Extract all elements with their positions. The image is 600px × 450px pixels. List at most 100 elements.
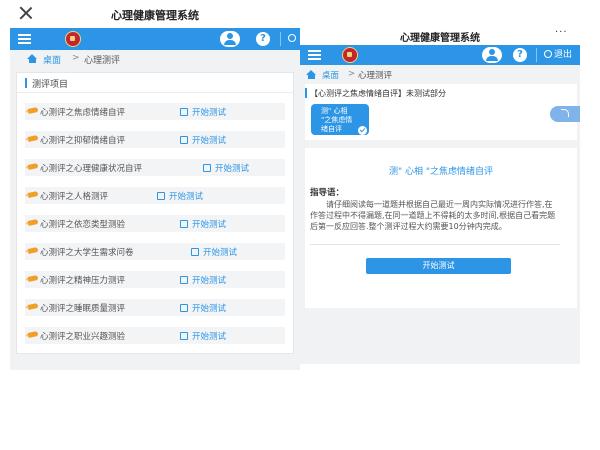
test-row: 心测评之抑郁情绪自评 开始测试	[25, 131, 285, 148]
test-row: 心测评之精神压力测评 开始测试	[25, 271, 285, 288]
start-test-link[interactable]: 开始测试	[157, 190, 203, 202]
test-name: 心测评之焦虑情绪自评	[40, 108, 126, 118]
test-name: 心测评之精神压力测评	[40, 276, 126, 286]
logout-label: 退出	[554, 50, 573, 60]
start-test-link[interactable]: 开始测试	[180, 302, 226, 314]
menu-icon[interactable]	[18, 33, 31, 45]
test-name: 心测评之大学生需求问卷	[40, 248, 134, 258]
start-test-link[interactable]: 开始测试	[191, 246, 237, 258]
left-screen: 心理健康管理系统 ? 桌面 > 心理测评 测评项目 心测评之焦虑情绪自评 开始测…	[10, 0, 300, 370]
logout-button[interactable]	[280, 32, 298, 46]
breadcrumb-home[interactable]: 桌面	[322, 69, 339, 81]
breadcrumb-separator: >	[348, 69, 356, 79]
start-test-link[interactable]: 开始测试	[180, 274, 226, 286]
start-test-label: 开始测试	[192, 276, 227, 286]
section-marker	[305, 88, 307, 98]
edit-icon	[203, 164, 211, 172]
school-emblem-icon	[342, 47, 358, 63]
start-test-label: 开始测试	[192, 220, 227, 230]
section-header: 测评项目	[17, 73, 293, 93]
breadcrumb-separator: >	[72, 53, 80, 63]
top-navbar: ?	[10, 28, 300, 50]
return-arrow-icon	[561, 109, 569, 117]
pencil-icon	[27, 303, 39, 310]
start-test-label: 开始测试	[215, 164, 250, 174]
test-title: 测" 心相 "之焦虑情绪自评	[388, 167, 493, 177]
app-title: 心理健康管理系统	[111, 9, 199, 22]
test-name: 心测评之睡眠质量测评	[40, 304, 126, 314]
edit-icon	[180, 276, 188, 284]
start-test-link[interactable]: 开始测试	[180, 106, 226, 118]
app-title: 心理健康管理系统	[400, 33, 480, 44]
start-test-label: 开始测试	[169, 192, 204, 202]
test-name: 心测评之抑郁情绪自评	[40, 136, 126, 146]
start-test-button[interactable]: 开始测试	[366, 258, 511, 274]
power-icon	[544, 50, 552, 58]
section-title: 测评项目	[32, 80, 69, 90]
start-test-label: 开始测试	[192, 136, 227, 146]
user-avatar-icon[interactable]	[220, 31, 240, 47]
subject-chip-label: 测" 心相 "之焦虑情 绪自评	[321, 107, 353, 133]
test-name: 心测评之人格测评	[40, 192, 109, 202]
test-row: 心测评之心理健康状况自评 开始测试	[25, 159, 285, 176]
test-list-card: 测评项目 心测评之焦虑情绪自评 开始测试 心测评之抑郁情绪自评 开始测试 心测评…	[16, 72, 294, 354]
test-row: 心测评之焦虑情绪自评 开始测试	[25, 103, 285, 120]
top-navbar: ? 退出	[300, 45, 580, 65]
test-intro-card: 测" 心相 "之焦虑情绪自评 指导语： 请仔细阅读每一道题并根据自己最近一周内实…	[305, 148, 577, 308]
pencil-icon	[27, 219, 39, 226]
edit-icon	[180, 136, 188, 144]
power-icon	[288, 34, 296, 42]
test-row: 心测评之人格测评 开始测试	[25, 187, 285, 204]
guide-text: 请仔细阅读每一道题并根据自己最近一周内实际情况进行作答,在作答过程中不得漏题,在…	[310, 200, 556, 231]
edit-icon	[180, 332, 188, 340]
return-button[interactable]	[550, 106, 580, 122]
help-icon[interactable]: ?	[513, 48, 527, 62]
breadcrumb-home[interactable]: 桌面	[43, 53, 61, 66]
untested-subjects-panel: 【心测评之焦虑情绪自评】未测试部分 测" 心相 "之焦虑情 绪自评	[305, 84, 577, 140]
user-avatar-icon[interactable]	[482, 47, 502, 63]
menu-icon[interactable]	[308, 49, 321, 61]
divider	[310, 244, 560, 245]
pencil-icon	[27, 135, 39, 142]
right-screen: 心理健康管理系统 ··· ? 退出 桌面 > 心理测评 【心测评之焦虑情绪自评】…	[300, 24, 580, 364]
untested-info: 【心测评之焦虑情绪自评】未测试部分	[310, 89, 446, 98]
start-test-label: 开始测试	[192, 332, 227, 342]
pencil-icon	[27, 331, 39, 338]
pencil-icon	[27, 247, 39, 254]
more-options-icon[interactable]: ···	[555, 27, 568, 38]
pencil-icon	[27, 275, 39, 282]
start-test-link[interactable]: 开始测试	[180, 330, 226, 342]
home-icon	[27, 54, 38, 63]
section-marker	[25, 78, 27, 88]
start-test-link[interactable]: 开始测试	[203, 162, 249, 174]
pencil-icon	[27, 107, 39, 114]
pencil-icon	[27, 191, 39, 198]
edit-icon	[180, 108, 188, 116]
breadcrumb-current: 心理测评	[358, 71, 393, 81]
check-icon	[358, 126, 367, 135]
breadcrumb: 桌面 > 心理测评	[300, 65, 580, 85]
title-bar: 心理健康管理系统	[10, 0, 300, 28]
start-test-label: 开始测试	[192, 304, 227, 314]
test-row: 心测评之睡眠质量测评 开始测试	[25, 299, 285, 316]
home-icon	[306, 70, 317, 79]
edit-icon	[191, 248, 199, 256]
test-row: 心测评之依恋类型测验 开始测试	[25, 215, 285, 232]
start-test-link[interactable]: 开始测试	[180, 218, 226, 230]
test-name: 心测评之依恋类型测验	[40, 220, 126, 230]
logout-button[interactable]: 退出	[536, 48, 572, 62]
test-row: 心测评之职业兴趣测验 开始测试	[25, 327, 285, 344]
breadcrumb-current: 心理测评	[84, 56, 121, 66]
edit-icon	[180, 220, 188, 228]
guide-label: 指导语：	[310, 188, 345, 198]
edit-icon	[157, 192, 165, 200]
start-test-label: 开始测试	[192, 108, 227, 118]
breadcrumb: 桌面 > 心理测评	[10, 50, 300, 68]
edit-icon	[180, 304, 188, 312]
pencil-icon	[27, 163, 39, 170]
start-test-link[interactable]: 开始测试	[180, 134, 226, 146]
test-name: 心测评之职业兴趣测验	[40, 332, 126, 342]
test-row: 心测评之大学生需求问卷 开始测试	[25, 243, 285, 260]
help-icon[interactable]: ?	[256, 32, 270, 46]
school-emblem-icon	[65, 31, 81, 47]
